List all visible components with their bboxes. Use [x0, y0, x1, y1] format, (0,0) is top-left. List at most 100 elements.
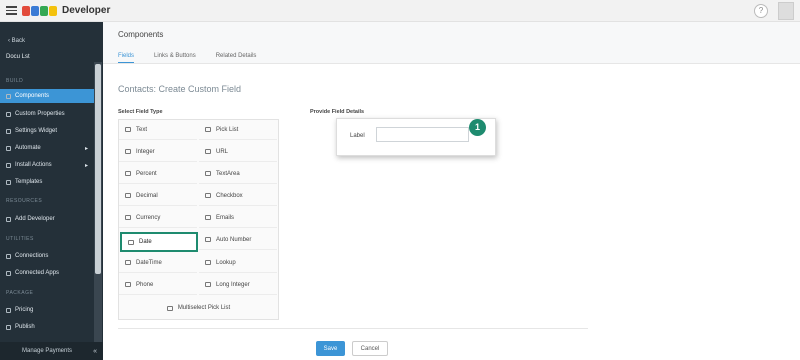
link-icon — [205, 149, 211, 154]
app-name: Docu Lst — [6, 54, 30, 60]
sidebar-item-connections[interactable]: Connections — [0, 249, 95, 263]
auto-number-icon — [205, 237, 211, 242]
save-button[interactable]: Save — [316, 341, 345, 356]
datetime-icon — [125, 260, 131, 265]
field-type-checkbox[interactable]: Checkbox — [199, 186, 277, 206]
sidebar-item-label: Settings Widget — [15, 128, 58, 134]
sidebar-item-publish[interactable]: Publish — [0, 320, 95, 334]
sidebar-item-label: Pricing — [15, 307, 34, 313]
section-build: BUILD — [6, 78, 24, 84]
sidebar-item-components[interactable]: Components — [0, 89, 95, 103]
field-type-decimal[interactable]: Decimal — [119, 186, 197, 206]
connections-icon — [6, 253, 11, 259]
brand-title: Developer — [62, 5, 111, 16]
sidebar: ‹ Back Docu Lst BUILD Components Custom … — [0, 22, 103, 360]
field-type-phone[interactable]: Phone — [119, 275, 197, 295]
avatar[interactable] — [778, 2, 794, 20]
components-icon — [6, 93, 11, 99]
tab-links-buttons[interactable]: Links & Buttons — [154, 53, 196, 63]
chevron-right-icon: ▸ — [84, 162, 88, 169]
field-type-percent[interactable]: Percent — [119, 164, 197, 184]
tab-fields[interactable]: Fields — [118, 53, 135, 63]
templates-icon — [6, 179, 11, 185]
tab-related-details[interactable]: Related Details — [216, 53, 257, 63]
properties-icon — [6, 111, 11, 117]
multiselect-icon — [166, 305, 173, 311]
sidebar-scrollbar[interactable] — [94, 62, 102, 342]
sidebar-item-connected-apps[interactable]: Connected Apps — [0, 266, 95, 280]
currency-icon — [125, 215, 131, 220]
add-user-icon — [6, 216, 11, 222]
hamburger-icon[interactable] — [0, 0, 22, 22]
long-integer-icon — [205, 282, 211, 287]
section-utilities: UTILITIES — [6, 236, 34, 242]
checkbox-icon — [205, 193, 211, 198]
sidebar-item-custom-properties[interactable]: Custom Properties — [0, 107, 95, 121]
sidebar-item-automate[interactable]: Automate ▸ — [0, 141, 95, 155]
field-type-auto-number[interactable]: Auto Number — [199, 230, 277, 250]
field-type-pick-list[interactable]: Pick List — [199, 120, 277, 140]
field-type-datetime[interactable]: DateTime — [119, 253, 197, 273]
pick-list-icon — [205, 127, 211, 132]
collapse-icon[interactable]: « — [93, 348, 97, 355]
sidebar-item-label: Templates — [15, 179, 43, 185]
scrollbar-thumb[interactable] — [95, 64, 101, 274]
step-number-badge: 1 — [469, 119, 486, 136]
lookup-icon — [205, 260, 211, 265]
help-circle-icon[interactable]: ? — [754, 4, 768, 18]
top-bar: Developer ? — [0, 0, 800, 22]
phone-icon — [125, 282, 131, 287]
field-type-text[interactable]: Text — [119, 120, 197, 140]
sidebar-item-label: Publish — [15, 324, 35, 330]
sidebar-item-label: Add Developer — [15, 216, 55, 222]
apps-icon — [6, 270, 11, 276]
footer-label: Manage Payments — [22, 348, 73, 354]
sidebar-item-install-actions[interactable]: Install Actions ▸ — [0, 158, 95, 172]
field-type-date[interactable]: Date — [120, 232, 198, 252]
email-icon — [205, 215, 211, 220]
cancel-button[interactable]: Cancel — [352, 341, 388, 356]
sidebar-item-label: Automate — [15, 145, 41, 151]
publish-icon — [6, 324, 11, 330]
section-resources: RESOURCES — [6, 198, 43, 204]
field-type-currency[interactable]: Currency — [119, 208, 197, 228]
label-input[interactable] — [376, 127, 469, 142]
select-field-type-label: Select Field Type — [118, 109, 163, 115]
field-type-list: Text Pick List Integer URL Percent TextA… — [118, 119, 279, 320]
back-link[interactable]: ‹ Back — [0, 22, 103, 44]
chevron-right-icon: ▸ — [84, 145, 88, 152]
automate-icon — [6, 145, 11, 151]
field-type-emails[interactable]: Emails — [199, 208, 277, 228]
page-title: Components — [118, 30, 164, 39]
sidebar-item-settings-widget[interactable]: Settings Widget — [0, 124, 95, 138]
field-type-textarea[interactable]: TextArea — [199, 164, 277, 184]
field-type-long-integer[interactable]: Long Integer — [199, 275, 277, 295]
provide-field-details-label: Provide Field Details — [310, 109, 365, 115]
sidebar-item-pricing[interactable]: Pricing — [0, 303, 95, 317]
sidebar-item-templates[interactable]: Templates — [0, 175, 95, 189]
sidebar-item-add-developer[interactable]: Add Developer — [0, 212, 95, 226]
settings-icon — [6, 128, 11, 134]
field-type-lookup[interactable]: Lookup — [199, 253, 277, 273]
brand-logo: Developer — [22, 4, 110, 18]
textarea-icon — [205, 171, 211, 176]
label-field-label: Label — [350, 133, 365, 139]
calendar-icon — [128, 239, 134, 245]
main-content: Components Fields Links & Buttons Relate… — [103, 22, 800, 360]
integer-icon — [125, 149, 131, 154]
pricing-icon — [6, 307, 11, 313]
page-header: Components Fields Links & Buttons Relate… — [103, 22, 800, 64]
tab-bar: Fields Links & Buttons Related Details — [118, 53, 256, 63]
section-package: PACKAGE — [6, 290, 34, 296]
sidebar-footer[interactable]: Manage Payments « — [0, 342, 103, 360]
decimal-icon — [125, 193, 131, 198]
sidebar-item-label: Install Actions — [15, 162, 52, 168]
form-title: Contacts: Create Custom Field — [118, 84, 242, 94]
divider — [118, 328, 588, 329]
field-type-url[interactable]: URL — [199, 142, 277, 162]
text-icon — [125, 127, 131, 132]
sidebar-item-label: Connections — [15, 253, 49, 259]
field-type-multiselect-pick-list[interactable]: Multiselect Pick List — [119, 298, 278, 318]
field-type-integer[interactable]: Integer — [119, 142, 197, 162]
sidebar-item-label: Custom Properties — [15, 111, 65, 117]
